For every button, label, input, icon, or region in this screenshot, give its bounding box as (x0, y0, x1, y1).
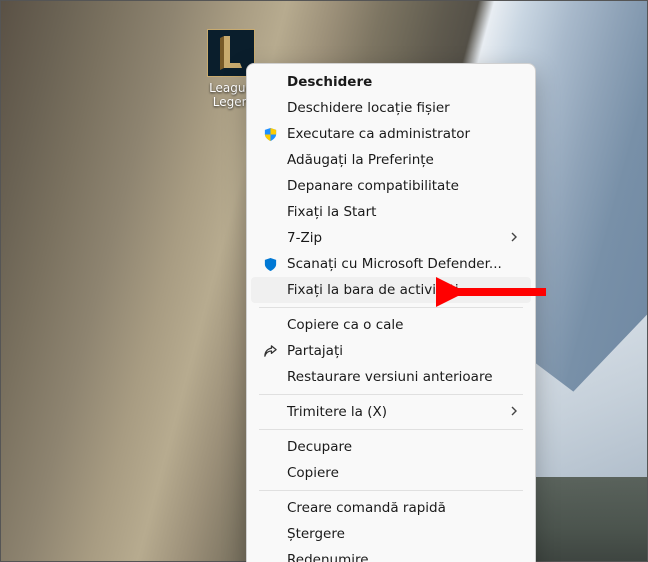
menu-item-label: Copiere ca o cale (287, 317, 519, 333)
menu-item-label: Partajați (287, 343, 519, 359)
menu-item-label: Deschidere locație fișier (287, 100, 519, 116)
menu-separator (259, 429, 523, 430)
context-menu: Deschidere Deschidere locație fișier Execu… (246, 63, 536, 562)
menu-item-label: Restaurare versiuni anterioare (287, 369, 519, 385)
menu-separator (259, 490, 523, 491)
menu-item[interactable]: Redenumire (251, 547, 531, 562)
share-icon (263, 344, 287, 359)
chevron-right-icon (509, 230, 519, 246)
menu-item-label: Creare comandă rapidă (287, 500, 519, 516)
menu-item[interactable]: Decupare (251, 434, 531, 460)
menu-item-label: Ștergere (287, 526, 519, 542)
menu-item-label: Copiere (287, 465, 519, 481)
menu-item[interactable]: Fixați la bara de activități (251, 277, 531, 303)
menu-item[interactable]: Copiere ca o cale (251, 312, 531, 338)
menu-item-label: Adăugați la Preferințe (287, 152, 519, 168)
desktop-icon-label-line2: Legen (213, 95, 249, 109)
menu-item[interactable]: Partajați (251, 338, 531, 364)
menu-item-label: Redenumire (287, 552, 519, 562)
menu-separator (259, 307, 523, 308)
menu-separator (259, 394, 523, 395)
menu-item[interactable]: Depanare compatibilitate (251, 173, 531, 199)
menu-item[interactable]: Trimitere la (X) (251, 399, 531, 425)
menu-item[interactable]: Creare comandă rapidă (251, 495, 531, 521)
desktop[interactable]: League Legen DeschidereDeschidere locați… (0, 0, 648, 562)
menu-item-label: Decupare (287, 439, 519, 455)
menu-item-label: Depanare compatibilitate (287, 178, 519, 194)
menu-item-label: Deschidere (287, 74, 519, 90)
menu-item-label: Scanați cu Microsoft Defender... (287, 256, 519, 272)
menu-item[interactable]: 7-Zip (251, 225, 531, 251)
menu-item[interactable]: Deschidere (251, 69, 531, 95)
chevron-right-icon (509, 404, 519, 420)
lol-logo-icon (214, 34, 248, 72)
defender-icon (263, 257, 287, 272)
menu-item[interactable]: Adăugați la Preferințe (251, 147, 531, 173)
menu-item-label: Fixați la bara de activități (287, 282, 519, 298)
menu-item[interactable]: Restaurare versiuni anterioare (251, 364, 531, 390)
shield-uac-icon (263, 127, 287, 142)
menu-item[interactable]: Fixați la Start (251, 199, 531, 225)
menu-item-label: Fixați la Start (287, 204, 519, 220)
menu-item-label: Executare ca administrator (287, 126, 519, 142)
menu-item[interactable]: Executare ca administrator (251, 121, 531, 147)
menu-item[interactable]: Scanați cu Microsoft Defender... (251, 251, 531, 277)
menu-item[interactable]: Deschidere locație fișier (251, 95, 531, 121)
menu-item-label: 7-Zip (287, 230, 509, 246)
menu-item[interactable]: Copiere (251, 460, 531, 486)
menu-item[interactable]: Ștergere (251, 521, 531, 547)
menu-item-label: Trimitere la (X) (287, 404, 509, 420)
